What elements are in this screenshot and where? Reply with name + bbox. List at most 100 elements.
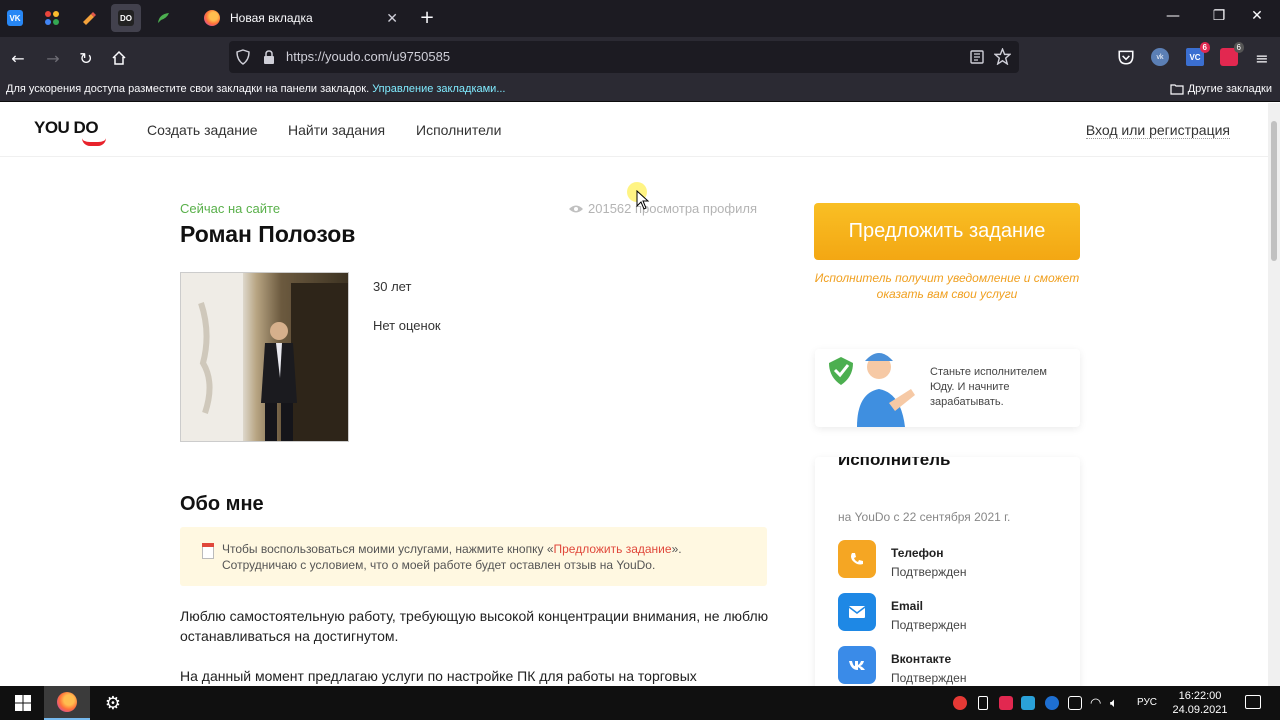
vc-extension-icon[interactable]: VC 6	[1186, 42, 1210, 66]
usb-icon[interactable]	[978, 696, 988, 710]
performer-card: Исполнитель на YouDo с 22 сентября 2021 …	[815, 457, 1080, 686]
pinned-tab-youdo[interactable]: DO	[111, 4, 141, 32]
become-performer-banner[interactable]: Станьте исполнителем Юду. И начните зара…	[815, 349, 1080, 427]
document-icon	[202, 543, 214, 559]
forward-button[interactable]: →	[40, 45, 66, 71]
manage-bookmarks-link[interactable]: Управление закладками...	[372, 83, 505, 95]
menu-button[interactable]: ≡	[1249, 45, 1275, 71]
youdo-icon: DO	[118, 10, 134, 26]
profile-photo-figure	[181, 273, 348, 441]
pocket-icon[interactable]	[1117, 48, 1135, 66]
home-icon	[112, 50, 126, 65]
reader-view-icon[interactable]	[969, 49, 985, 65]
page-scrollbar[interactable]	[1268, 103, 1280, 686]
verification-status: Подтвержден	[891, 671, 967, 685]
offer-task-button[interactable]: Предложить задание	[814, 203, 1080, 260]
clock-date: 24.09.2021	[1172, 704, 1228, 716]
home-button[interactable]	[106, 45, 132, 71]
scrollbar-thumb[interactable]	[1271, 121, 1277, 261]
profile-age: 30 лет	[373, 279, 412, 294]
logo-smile	[82, 138, 106, 146]
mail-icon	[838, 593, 876, 631]
vk-icon	[838, 646, 876, 684]
nav-performers[interactable]: Исполнители	[416, 122, 501, 138]
verification-label: Телефон	[891, 546, 944, 560]
profile-photo	[180, 272, 349, 442]
pinned-tab-apps[interactable]	[37, 4, 67, 32]
nav-create-task[interactable]: Создать задание	[147, 122, 258, 138]
app-tray-icon[interactable]	[1045, 696, 1059, 710]
start-button[interactable]	[0, 686, 46, 720]
verification-phone: Телефон Подтвержден	[838, 540, 1068, 580]
other-bookmarks-label: Другие закладки	[1187, 83, 1272, 95]
mouse-cursor-icon	[636, 190, 650, 210]
app-tray-icon[interactable]	[1021, 696, 1035, 710]
verification-status: Подтвержден	[891, 618, 967, 632]
extension-badge: 6	[1233, 42, 1244, 53]
firefox-icon	[57, 692, 77, 712]
vk-icon: VK	[7, 10, 23, 26]
card-title: Исполнитель	[838, 457, 951, 469]
pencil-icon	[83, 12, 96, 25]
bookmark-star-icon[interactable]	[994, 48, 1011, 65]
pinned-tab-vk[interactable]: VK	[0, 4, 30, 32]
taskbar-firefox[interactable]	[44, 686, 90, 720]
promo-text: Станьте исполнителем Юду. И начните зара…	[930, 366, 1047, 408]
notifications-icon[interactable]	[1245, 695, 1261, 709]
online-status: Сейчас на сайте	[180, 201, 281, 216]
nav-find-tasks[interactable]: Найти задания	[288, 122, 385, 138]
back-button[interactable]: ←	[5, 45, 31, 71]
browser-tab-bar: VK DO Новая вкладка ✕ + — ❐ ✕	[0, 0, 1280, 37]
tab-title: Новая вкладка	[230, 11, 313, 25]
tab-new[interactable]: Новая вкладка ✕	[196, 4, 406, 32]
reload-button[interactable]: ↻	[73, 45, 99, 71]
apps-icon	[45, 11, 59, 25]
eye-icon	[569, 205, 583, 212]
notice-text-start: Чтобы воспользоваться моими услугами, на…	[222, 542, 554, 556]
verification-label: Email	[891, 599, 924, 613]
profile-views: 201562 просмотра профиля	[568, 201, 757, 216]
feather-icon	[158, 13, 169, 23]
close-window-button[interactable]: ✕	[1234, 8, 1280, 24]
app-tray-icon[interactable]	[1068, 696, 1082, 710]
verification-vk: Вконтакте Подтвержден	[838, 646, 1068, 686]
member-since: на YouDo с 22 сентября 2021 г.	[838, 510, 1011, 524]
offer-task-note: Исполнитель получит уведомление и сможет…	[814, 271, 1080, 301]
phone-icon	[838, 540, 876, 578]
views-count: 201562 просмотра профиля	[588, 201, 757, 216]
record-icon[interactable]	[953, 696, 967, 710]
windows-taskbar: ⚙ ◠ 🔈︎ РУС 16:22:00 24.09.2021	[0, 686, 1280, 720]
shield-icon	[236, 49, 250, 65]
notice-link[interactable]: Предложить задание	[554, 542, 672, 556]
bookmarks-bar: Для ускорения доступа разместите свои за…	[0, 78, 1280, 102]
gear-icon: ⚙	[104, 692, 122, 713]
system-clock[interactable]: 16:22:00 24.09.2021	[1168, 689, 1232, 717]
vk-extension-icon[interactable]: vk	[1151, 48, 1169, 66]
close-tab-icon[interactable]: ✕	[386, 10, 398, 27]
taskbar-settings[interactable]: ⚙	[90, 686, 136, 720]
site-header: YOU DO Создать задание Найти задания Исп…	[0, 103, 1268, 157]
app-tray-icon[interactable]	[999, 696, 1013, 710]
pinned-tab-pencil[interactable]	[74, 4, 104, 32]
minimize-button[interactable]: —	[1150, 8, 1196, 24]
browser-nav-bar: ← → ↻ https://youdo.com/u9750585 vk VC 6…	[0, 37, 1280, 78]
volume-icon[interactable]: 🔈︎	[1110, 695, 1118, 711]
worker-illustration	[829, 353, 915, 427]
verification-label: Вконтакте	[891, 652, 952, 666]
new-tab-button[interactable]: +	[416, 7, 438, 28]
red-extension-icon[interactable]: 6	[1220, 42, 1244, 66]
about-paragraph: Люблю самостоятельную работу, требующую …	[180, 608, 769, 644]
vc-extension-label: VC	[1189, 52, 1201, 62]
wifi-icon[interactable]: ◠	[1090, 695, 1101, 711]
login-link[interactable]: Вход или регистрация	[1085, 122, 1230, 139]
bookmarks-message: Для ускорения доступа разместите свои за…	[6, 83, 506, 95]
folder-icon	[1170, 84, 1184, 95]
language-indicator[interactable]: РУС	[1137, 697, 1157, 708]
youdo-logo[interactable]: YOU DO	[34, 118, 99, 138]
other-bookmarks[interactable]: Другие закладки	[1170, 83, 1272, 95]
profile-rating: Нет оценок	[373, 318, 441, 333]
pinned-tab-feather[interactable]	[148, 4, 178, 32]
verification-status: Подтвержден	[891, 565, 967, 579]
address-bar[interactable]: https://youdo.com/u9750585	[229, 41, 1019, 73]
about-title: Обо мне	[180, 493, 264, 515]
